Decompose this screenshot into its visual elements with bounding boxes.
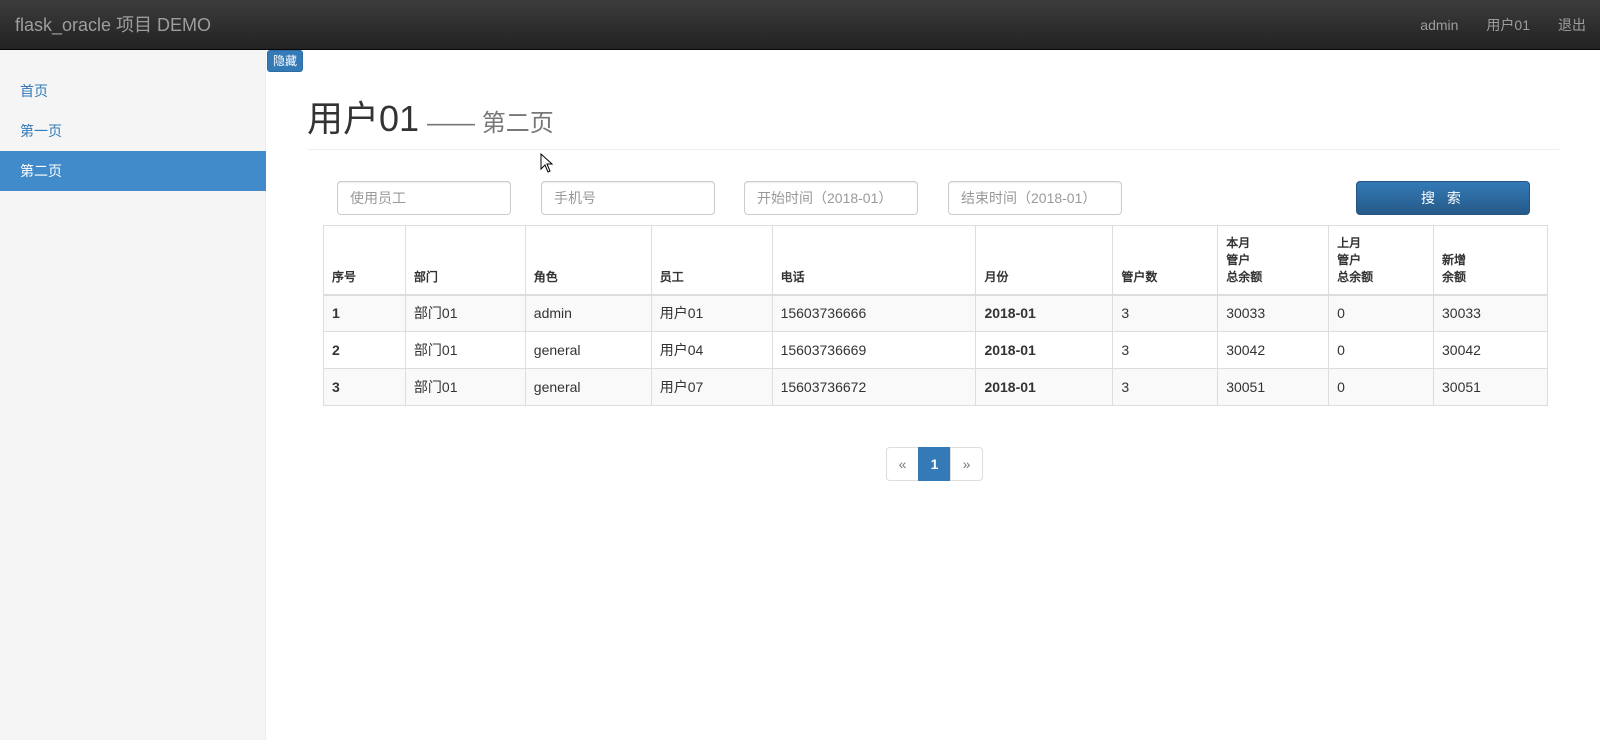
cell-new-balance: 30033 xyxy=(1433,294,1548,332)
cell-month: 2018-01 xyxy=(975,368,1114,406)
cell-employee: 用户04 xyxy=(650,331,773,369)
mouse-cursor-icon xyxy=(540,153,554,173)
nav-link-admin[interactable]: admin xyxy=(1406,0,1472,50)
page-title-text: 用户01 xyxy=(307,98,420,139)
page-subtitle: —— 第二页 xyxy=(427,110,554,137)
column-header-index[interactable]: 序号 xyxy=(323,225,406,296)
cell-previous-balance: 0 xyxy=(1328,331,1435,369)
nav-link-logout[interactable]: 退出 xyxy=(1544,0,1600,50)
end-time-input[interactable] xyxy=(948,181,1122,215)
phone-search-input[interactable] xyxy=(541,181,715,215)
table-row: 1 部门01 admin 用户01 15603736666 2018-01 3 … xyxy=(323,294,1548,332)
column-header-current-balance[interactable]: 本月 管户 总余额 xyxy=(1217,225,1330,296)
pagination: « 1 » xyxy=(886,447,983,481)
cell-month: 2018-01 xyxy=(975,331,1114,369)
cell-role: general xyxy=(524,368,652,406)
brand-link[interactable]: flask_oracle 项目 DEMO xyxy=(15,0,211,50)
table-row: 3 部门01 general 用户07 15603736672 2018-01 … xyxy=(323,368,1548,406)
page-header: 用户01 —— 第二页 xyxy=(307,88,1559,150)
pagination-next-button[interactable]: » xyxy=(950,447,983,481)
cell-month: 2018-01 xyxy=(975,294,1114,332)
cell-current-balance: 30033 xyxy=(1217,294,1330,332)
column-header-month[interactable]: 月份 xyxy=(975,225,1114,296)
table-row: 2 部门01 general 用户04 15603736669 2018-01 … xyxy=(323,331,1548,369)
cell-account-count: 3 xyxy=(1112,368,1219,406)
sidebar-item-page-one[interactable]: 第一页 xyxy=(0,111,266,151)
column-header-previous-balance[interactable]: 上月 管户 总余额 xyxy=(1328,225,1435,296)
cell-previous-balance: 0 xyxy=(1328,294,1435,332)
cell-index: 3 xyxy=(323,368,406,406)
start-time-input[interactable] xyxy=(744,181,918,215)
cell-new-balance: 30042 xyxy=(1433,331,1548,369)
sidebar-item-page-two[interactable]: 第二页 xyxy=(0,151,266,191)
pagination-prev-button[interactable]: « xyxy=(886,447,919,481)
employee-search-input[interactable] xyxy=(337,181,511,215)
cell-index: 1 xyxy=(323,294,406,332)
sidebar-item-home[interactable]: 首页 xyxy=(0,71,266,111)
nav-link-user[interactable]: 用户01 xyxy=(1472,0,1544,50)
cell-index: 2 xyxy=(323,331,406,369)
search-button[interactable]: 搜 索 xyxy=(1356,181,1530,215)
page-title: 用户01 —— 第二页 xyxy=(307,90,554,142)
cell-previous-balance: 0 xyxy=(1328,368,1435,406)
data-table: 序号 部门 角色 员工 电话 月份 管户数 本月 管户 总余额 上月 管户 总余… xyxy=(323,225,1548,406)
column-header-employee[interactable]: 员工 xyxy=(650,225,773,296)
cell-new-balance: 30051 xyxy=(1433,368,1548,406)
cell-role: admin xyxy=(524,294,652,332)
navbar-right-links: admin 用户01 退出 xyxy=(1406,0,1600,50)
cell-account-count: 3 xyxy=(1112,331,1219,369)
cell-phone: 15603736669 xyxy=(771,331,977,369)
cell-employee: 用户07 xyxy=(650,368,773,406)
column-header-phone[interactable]: 电话 xyxy=(771,225,977,296)
column-header-new-balance[interactable]: 新增 余额 xyxy=(1433,225,1548,296)
cell-role: general xyxy=(524,331,652,369)
column-header-account-count[interactable]: 管户数 xyxy=(1112,225,1219,296)
sidebar: 首页 第一页 第二页 xyxy=(0,50,266,740)
cell-phone: 15603736672 xyxy=(771,368,977,406)
cell-department: 部门01 xyxy=(404,368,526,406)
cell-department: 部门01 xyxy=(404,294,526,332)
cell-current-balance: 30051 xyxy=(1217,368,1330,406)
hide-sidebar-button[interactable]: 隐藏 xyxy=(267,50,303,72)
top-navbar: flask_oracle 项目 DEMO admin 用户01 退出 xyxy=(0,0,1600,50)
cell-employee: 用户01 xyxy=(650,294,773,332)
column-header-role[interactable]: 角色 xyxy=(524,225,652,296)
column-header-department[interactable]: 部门 xyxy=(404,225,526,296)
cell-account-count: 3 xyxy=(1112,294,1219,332)
cell-current-balance: 30042 xyxy=(1217,331,1330,369)
cell-department: 部门01 xyxy=(404,331,526,369)
cell-phone: 15603736666 xyxy=(771,294,977,332)
pagination-page-1[interactable]: 1 xyxy=(918,447,951,481)
table-header-row: 序号 部门 角色 员工 电话 月份 管户数 本月 管户 总余额 上月 管户 总余… xyxy=(323,225,1548,296)
